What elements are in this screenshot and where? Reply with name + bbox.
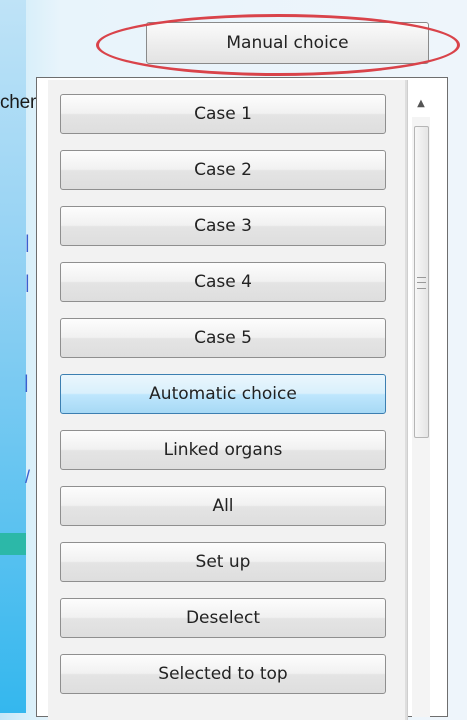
left-teal-block xyxy=(0,533,26,555)
case-3-button[interactable]: Case 3 xyxy=(60,206,386,246)
case-4-button[interactable]: Case 4 xyxy=(60,262,386,302)
case-5-button[interactable]: Case 5 xyxy=(60,318,386,358)
set-up-button[interactable]: Set up xyxy=(60,542,386,582)
case-2-button[interactable]: Case 2 xyxy=(60,150,386,190)
deselect-button[interactable]: Deselect xyxy=(60,598,386,638)
selected-to-top-button[interactable]: Selected to top xyxy=(60,654,386,694)
background-glyph: | xyxy=(25,232,30,252)
manual-choice-button[interactable]: Manual choice xyxy=(146,22,429,64)
case-1-button[interactable]: Case 1 xyxy=(60,94,386,134)
all-button[interactable]: All xyxy=(60,486,386,526)
automatic-choice-button[interactable]: Automatic choice xyxy=(60,374,386,414)
scrollbar-grip-icon xyxy=(417,277,426,289)
background-glyph: / xyxy=(25,467,31,487)
background-glyph: | xyxy=(24,372,29,392)
background-glyph: | xyxy=(25,272,30,292)
linked-organs-button[interactable]: Linked organs xyxy=(60,430,386,470)
scroll-up-arrow-icon[interactable]: ▲ xyxy=(412,92,430,114)
